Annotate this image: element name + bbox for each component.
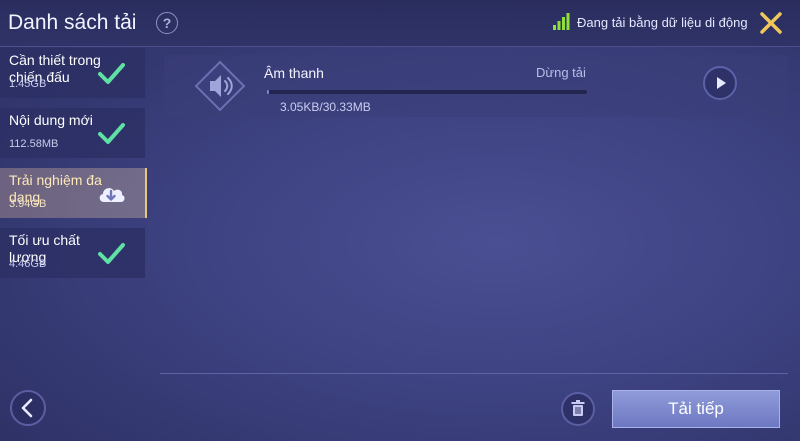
play-icon: [717, 77, 726, 89]
trash-icon: [571, 400, 585, 416]
category-size: 1.45GB: [9, 78, 47, 90]
category-item-new-content[interactable]: Nội dung mới 112.58MB: [0, 108, 145, 158]
close-icon[interactable]: [759, 11, 783, 35]
checkmark-icon: [98, 123, 125, 144]
play-button[interactable]: [703, 66, 737, 100]
page-title: Danh sách tải: [8, 11, 137, 34]
item-name: Âm thanh: [264, 65, 324, 81]
item-size-progress: 3.05KB/30.33MB: [280, 100, 371, 114]
download-item: Âm thanh Dừng tải 3.05KB/30.33MB: [164, 55, 788, 117]
category-name: Nội dung mới: [9, 112, 93, 128]
checkmark-icon: [98, 243, 125, 264]
continue-download-button[interactable]: Tải tiếp: [612, 390, 780, 428]
item-status: Dừng tải: [536, 65, 586, 80]
category-size: 112.58MB: [9, 138, 59, 150]
progress-bar-fill: [267, 90, 269, 94]
category-item-diverse-experience[interactable]: Trải nghiệm đa dạng 3.94GB: [0, 168, 147, 218]
checkmark-icon: [98, 63, 125, 84]
category-size: 3.94GB: [9, 198, 47, 210]
speaker-icon: [194, 60, 246, 112]
category-size: 4.46GB: [9, 258, 47, 270]
category-item-combat-essentials[interactable]: Cần thiết trong chiến đấu 1.45GB: [0, 48, 145, 98]
network-status-text: Đang tải bằng dữ liệu di động: [577, 15, 748, 30]
signal-icon: [553, 13, 570, 30]
chevron-left-icon: [21, 398, 33, 418]
help-icon[interactable]: ?: [156, 12, 178, 34]
progress-bar: [267, 90, 587, 94]
divider: [160, 373, 788, 374]
category-item-quality-optimization[interactable]: Tối ưu chất lượng 4.46GB: [0, 228, 145, 278]
back-button[interactable]: [10, 390, 46, 426]
delete-button[interactable]: [561, 392, 595, 426]
top-bar: Danh sách tải ? Đang tải bằng dữ liệu di…: [0, 0, 800, 47]
cloud-download-icon: [99, 188, 125, 202]
